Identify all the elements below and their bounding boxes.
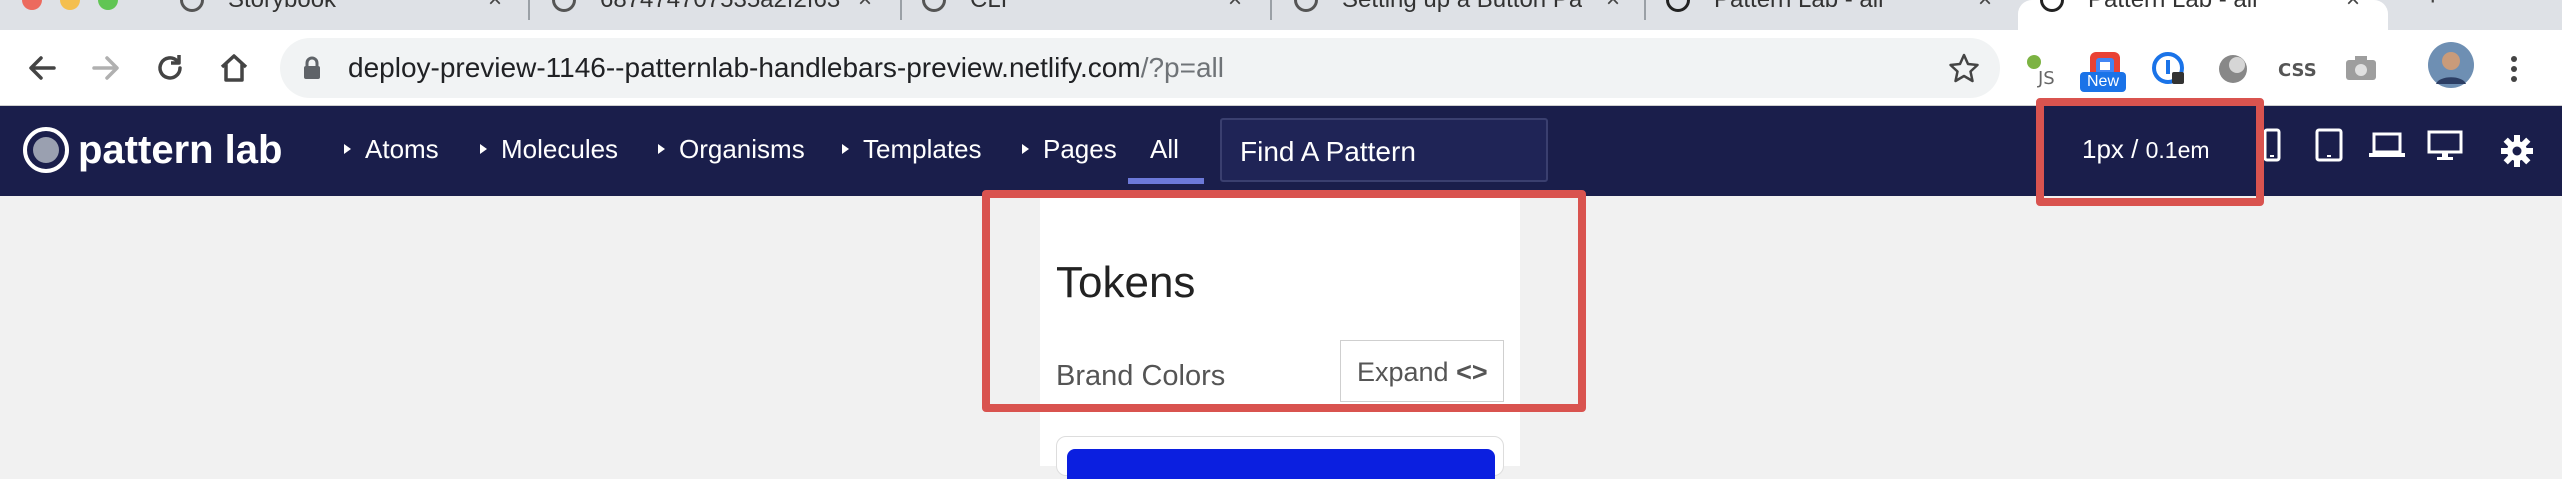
gear-icon[interactable] bbox=[2500, 134, 2534, 168]
sphere-extension-icon[interactable] bbox=[2214, 50, 2252, 88]
caret-right-icon bbox=[658, 144, 665, 155]
close-tab-icon[interactable]: × bbox=[488, 0, 502, 12]
nav-label: Organisms bbox=[679, 134, 805, 164]
tab-title: CLI bbox=[970, 0, 1007, 12]
svg-text:JS: JS bbox=[2037, 68, 2055, 88]
tab-title: Setting up a Button Pa bbox=[1342, 0, 1582, 12]
avatar[interactable] bbox=[2428, 42, 2474, 88]
find-pattern-input[interactable]: Find A Pattern bbox=[1220, 118, 1548, 182]
caret-right-icon bbox=[842, 144, 849, 155]
tab-strip: Storybook × 687474707535a2f2f63 × CLI × … bbox=[0, 0, 2562, 30]
nav-organisms[interactable]: Organisms bbox=[658, 134, 805, 164]
nav-templates[interactable]: Templates bbox=[842, 134, 982, 164]
nav-atoms[interactable]: Atoms bbox=[344, 134, 439, 164]
nav-molecules[interactable]: Molecules bbox=[480, 134, 618, 164]
tablet-icon[interactable] bbox=[2314, 128, 2344, 164]
nav-all[interactable]: All bbox=[1150, 134, 1179, 164]
maximize-window-icon[interactable] bbox=[98, 0, 118, 10]
nav-label: Atoms bbox=[365, 134, 439, 164]
favicon-icon bbox=[552, 0, 576, 12]
caret-right-icon bbox=[1022, 144, 1029, 155]
minimize-window-icon[interactable] bbox=[60, 0, 80, 10]
browser-toolbar: deploy-preview-1146--patternlab-handleba… bbox=[0, 30, 2562, 106]
caret-right-icon bbox=[480, 144, 487, 155]
favicon-icon bbox=[1666, 0, 1690, 12]
favicon-icon bbox=[180, 0, 204, 12]
phone-icon[interactable] bbox=[2262, 128, 2282, 164]
close-tab-icon[interactable]: × bbox=[2346, 0, 2360, 12]
favicon-icon bbox=[922, 0, 946, 12]
tab-separator bbox=[1270, 0, 1272, 20]
browser-tab[interactable]: Pattern Lab - all × bbox=[1666, 0, 2006, 30]
browser-menu-icon[interactable] bbox=[2504, 50, 2524, 88]
find-pattern-placeholder: Find A Pattern bbox=[1240, 136, 1416, 167]
svg-text:CSS: CSS bbox=[2278, 60, 2316, 81]
browser-tab[interactable]: CLI × bbox=[922, 0, 1262, 30]
url-path: /?p=all bbox=[1140, 52, 1224, 83]
css-extension-icon[interactable]: CSS bbox=[2278, 50, 2316, 88]
pattern-lab-logo-icon[interactable] bbox=[22, 126, 70, 174]
tab-separator bbox=[900, 0, 902, 20]
desktop-icon[interactable] bbox=[2426, 128, 2464, 164]
bookmark-star-icon[interactable] bbox=[1948, 52, 1980, 84]
tab-separator bbox=[1644, 0, 1646, 20]
close-tab-icon[interactable]: × bbox=[1978, 0, 1992, 12]
annotation-box-tokens bbox=[982, 190, 1586, 412]
color-swatch-frame bbox=[1056, 436, 1504, 479]
nav-label: Templates bbox=[863, 134, 982, 164]
forward-icon[interactable] bbox=[88, 50, 124, 86]
laptop-icon[interactable] bbox=[2368, 128, 2406, 164]
password-extension-icon[interactable] bbox=[2150, 50, 2188, 88]
browser-tab[interactable]: Storybook × bbox=[180, 0, 520, 30]
nav-label: Molecules bbox=[501, 134, 619, 164]
close-tab-icon[interactable]: × bbox=[1228, 0, 1242, 12]
reload-icon[interactable] bbox=[152, 50, 188, 86]
close-window-icon[interactable] bbox=[22, 0, 42, 10]
tab-title: Pattern Lab - all bbox=[2088, 0, 2257, 12]
tab-title: Storybook bbox=[228, 0, 336, 12]
address-bar[interactable]: deploy-preview-1146--patternlab-handleba… bbox=[280, 38, 2000, 98]
url-text[interactable]: deploy-preview-1146--patternlab-handleba… bbox=[348, 54, 1224, 82]
js-extension-icon[interactable]: JS bbox=[2022, 50, 2060, 88]
tab-separator bbox=[528, 0, 530, 20]
nav-label: Pages bbox=[1043, 134, 1117, 164]
new-badge: New bbox=[2080, 72, 2126, 92]
browser-tab-active[interactable]: Pattern Lab - all × bbox=[2018, 0, 2388, 30]
close-tab-icon[interactable]: × bbox=[1606, 0, 1620, 12]
brand-color-swatch bbox=[1067, 449, 1495, 479]
camera-extension-icon[interactable] bbox=[2342, 50, 2380, 88]
tab-title: Pattern Lab - all bbox=[1714, 0, 1883, 12]
annotation-box-viewport-size bbox=[2036, 98, 2264, 206]
logo-text[interactable]: pattern lab bbox=[78, 128, 282, 172]
back-icon[interactable] bbox=[24, 50, 60, 86]
nav-pages[interactable]: Pages bbox=[1022, 134, 1117, 164]
new-tab-button[interactable]: + bbox=[2424, 0, 2442, 11]
favicon-icon bbox=[1294, 0, 1318, 12]
tab-title: 687474707535a2f2f63 bbox=[600, 0, 840, 12]
active-nav-indicator bbox=[1128, 178, 1204, 184]
browser-tab[interactable]: 687474707535a2f2f63 × bbox=[552, 0, 892, 30]
favicon-icon bbox=[2040, 0, 2064, 12]
browser-tab[interactable]: Setting up a Button Pa × bbox=[1294, 0, 1634, 30]
lock-icon[interactable] bbox=[302, 56, 322, 80]
home-icon[interactable] bbox=[216, 50, 252, 86]
close-tab-icon[interactable]: × bbox=[858, 0, 872, 12]
caret-right-icon bbox=[344, 144, 351, 155]
url-host: deploy-preview-1146--patternlab-handleba… bbox=[348, 52, 1141, 83]
